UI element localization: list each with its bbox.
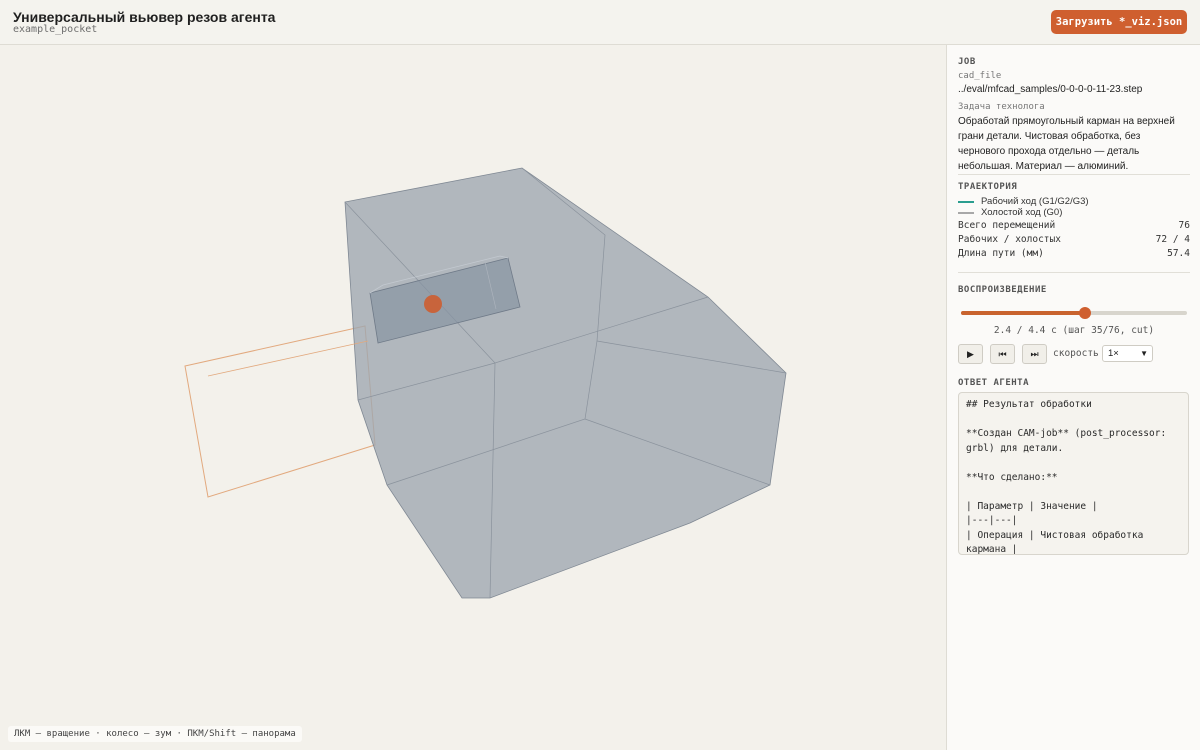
playback-slider-thumb[interactable] (1079, 307, 1092, 319)
divider (958, 272, 1190, 273)
step-forward-button[interactable]: ⏭ (1022, 344, 1047, 364)
job-section-title: JOB (958, 57, 976, 67)
cad-file-value: ../eval/mfcad_samples/0-0-0-0-11-23.step (958, 84, 1143, 95)
app-header: Универсальный вьювер резов агента exampl… (0, 0, 1200, 45)
skip-forward-icon: ⏭ (1030, 349, 1039, 359)
tool-tip-marker (424, 295, 442, 313)
part-body (344, 167, 787, 599)
speed-select[interactable]: 1× ▼ (1102, 345, 1153, 362)
answer-section-title: ОТВЕТ АГЕНТА (958, 378, 1030, 388)
chevron-down-icon: ▼ (1140, 349, 1148, 358)
stat-total-moves: Всего перемещений 76 (958, 220, 1190, 231)
task-label: Задача технолога (958, 102, 1045, 112)
stat-cut-rapid: Рабочих / холостых 72 / 4 (958, 234, 1190, 245)
trajectory-section-title: ТРАЕКТОРИЯ (958, 182, 1018, 192)
app-title: Универсальный вьювер резов агента (13, 9, 276, 25)
play-button[interactable]: ▶ (958, 344, 983, 364)
viewport-controls-hint: ЛКМ — вращение · колесо — зум · ПКМ/Shif… (8, 726, 302, 742)
stock-outline (184, 325, 376, 498)
skip-back-icon: ⏮ (998, 349, 1007, 359)
load-viz-button[interactable]: Загрузить *_viz.json (1051, 10, 1187, 34)
cad-file-label: cad_file (958, 71, 1002, 81)
agent-answer-box[interactable]: ## Результат обработки **Создан CAM-job*… (958, 392, 1189, 555)
stat-path-length: Длина пути (мм) 57.4 (958, 248, 1190, 259)
playback-section-title: ВОСПРОИЗВЕДЕНИЕ (958, 285, 1047, 295)
legend-rapid-swatch (958, 212, 974, 214)
speed-label: скорость (1053, 348, 1099, 359)
divider (958, 174, 1190, 175)
speed-value: 1× (1108, 348, 1119, 359)
playback-slider-fill (961, 311, 1086, 315)
play-icon: ▶ (967, 349, 974, 359)
task-value: Обработай прямоугольный карман на верхне… (958, 116, 1175, 172)
legend-cut-label: Рабочий ход (G1/G2/G3) (981, 196, 1089, 207)
toolpath-rapid (207, 340, 369, 377)
playback-slider[interactable] (961, 307, 1187, 319)
app-subtitle: example_pocket (13, 24, 98, 35)
step-back-button[interactable]: ⏮ (990, 344, 1015, 364)
playback-time-readout: 2.4 / 4.4 с (шаг 35/76, cut) (993, 325, 1155, 336)
part-model-render (184, 167, 787, 599)
3d-viewport[interactable]: ЛКМ — вращение · колесо — зум · ПКМ/Shif… (0, 45, 946, 750)
legend-rapid-label: Холостой ход (G0) (981, 207, 1063, 218)
legend-cut-swatch (958, 201, 974, 203)
side-panel: JOB cad_file ../eval/mfcad_samples/0-0-0… (946, 45, 1200, 750)
